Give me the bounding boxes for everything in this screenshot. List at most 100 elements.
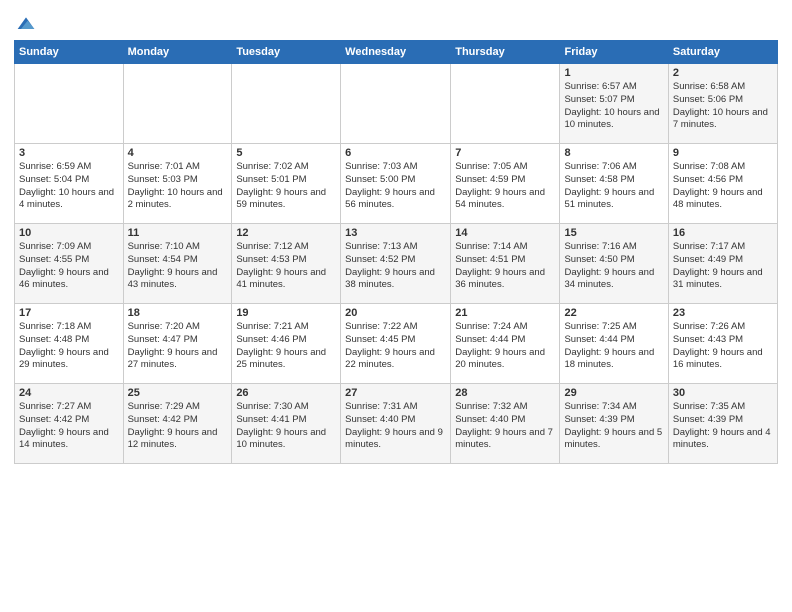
calendar-cell: 28 Sunrise: 7:32 AMSunset: 4:40 PMDayligh… [451,384,560,464]
day-info: Sunrise: 7:02 AMSunset: 5:01 PMDaylight:… [236,161,336,212]
day-info: Sunrise: 7:29 AMSunset: 4:42 PMDaylight:… [128,401,228,452]
calendar-cell: 16 Sunrise: 7:17 AMSunset: 4:49 PMDayligh… [668,224,777,304]
calendar-week-row: 10Sunrise: 7:09 AMSunset: 4:55 PMDayligh… [15,224,778,304]
day-number: 8 [564,147,663,159]
calendar-cell [341,64,451,144]
day-info: Sunrise: 7:14 AMSunset: 4:51 PMDaylight:… [455,241,555,292]
weekday-header-sunday: Sunday [15,41,124,64]
day-info: Sunrise: 7:16 AMSunset: 4:50 PMDaylight:… [564,241,663,292]
weekday-header-monday: Monday [123,41,232,64]
calendar-cell: 27 Sunrise: 7:31 AMSunset: 4:40 PMDayligh… [341,384,451,464]
calendar-cell: 24 Sunrise: 7:27 AMSunset: 4:42 PMDayligh… [15,384,124,464]
calendar-cell: 11Sunrise: 7:10 AMSunset: 4:54 PMDayligh… [123,224,232,304]
day-info: Sunrise: 7:32 AMSunset: 4:40 PMDaylight:… [455,401,555,452]
calendar-cell: 12 Sunrise: 7:12 AMSunset: 4:53 PMDayligh… [232,224,341,304]
day-number: 26 [236,387,336,399]
day-number: 1 [564,67,663,79]
calendar-cell: 18Sunrise: 7:20 AMSunset: 4:47 PMDayligh… [123,304,232,384]
page-container: SundayMondayTuesdayWednesdayThursdayFrid… [0,0,792,612]
day-number: 10 [19,227,119,239]
day-number: 12 [236,227,336,239]
calendar-cell: 2 Sunrise: 6:58 AMSunset: 5:06 PMDaylight… [668,64,777,144]
calendar-cell: 23 Sunrise: 7:26 AMSunset: 4:43 PMDayligh… [668,304,777,384]
calendar-cell: 6Sunrise: 7:03 AMSunset: 5:00 PMDaylight… [341,144,451,224]
calendar-cell: 14 Sunrise: 7:14 AMSunset: 4:51 PMDayligh… [451,224,560,304]
weekday-header-tuesday: Tuesday [232,41,341,64]
day-info: Sunrise: 7:26 AMSunset: 4:43 PMDaylight:… [673,321,773,372]
weekday-header-saturday: Saturday [668,41,777,64]
day-info: Sunrise: 7:17 AMSunset: 4:49 PMDaylight:… [673,241,773,292]
calendar-cell: 29 Sunrise: 7:34 AMSunset: 4:39 PMDayligh… [560,384,668,464]
calendar-cell: 5 Sunrise: 7:02 AMSunset: 5:01 PMDaylight… [232,144,341,224]
day-info: Sunrise: 7:18 AMSunset: 4:48 PMDaylight:… [19,321,119,372]
day-info: Sunrise: 7:31 AMSunset: 4:40 PMDaylight:… [345,401,446,452]
logo-icon [16,14,36,34]
day-number: 4 [128,147,228,159]
calendar-table: SundayMondayTuesdayWednesdayThursdayFrid… [14,40,778,464]
calendar-cell: 13 Sunrise: 7:13 AMSunset: 4:52 PMDayligh… [341,224,451,304]
day-info: Sunrise: 7:30 AMSunset: 4:41 PMDaylight:… [236,401,336,452]
weekday-header-wednesday: Wednesday [341,41,451,64]
day-info: Sunrise: 7:10 AMSunset: 4:54 PMDaylight:… [128,241,228,292]
calendar-week-row: 17 Sunrise: 7:18 AMSunset: 4:48 PMDayligh… [15,304,778,384]
day-info: Sunrise: 7:22 AMSunset: 4:45 PMDaylight:… [345,321,446,372]
day-info: Sunrise: 7:08 AMSunset: 4:56 PMDaylight:… [673,161,773,212]
calendar-cell: 25 Sunrise: 7:29 AMSunset: 4:42 PMDayligh… [123,384,232,464]
day-info: Sunrise: 7:05 AMSunset: 4:59 PMDaylight:… [455,161,555,212]
calendar-cell: 7 Sunrise: 7:05 AMSunset: 4:59 PMDaylight… [451,144,560,224]
day-number: 14 [455,227,555,239]
calendar-week-row: 3Sunrise: 6:59 AMSunset: 5:04 PMDaylight… [15,144,778,224]
calendar-cell: 17 Sunrise: 7:18 AMSunset: 4:48 PMDayligh… [15,304,124,384]
day-number: 5 [236,147,336,159]
day-info: Sunrise: 7:20 AMSunset: 4:47 PMDaylight:… [128,321,228,372]
day-info: Sunrise: 7:35 AMSunset: 4:39 PMDaylight:… [673,401,773,452]
calendar-cell: 26 Sunrise: 7:30 AMSunset: 4:41 PMDayligh… [232,384,341,464]
day-number: 24 [19,387,119,399]
day-info: Sunrise: 7:13 AMSunset: 4:52 PMDaylight:… [345,241,446,292]
calendar-header-row: SundayMondayTuesdayWednesdayThursdayFrid… [15,41,778,64]
day-info: Sunrise: 7:01 AMSunset: 5:03 PMDaylight:… [128,161,228,212]
day-number: 27 [345,387,446,399]
calendar-cell: 8 Sunrise: 7:06 AMSunset: 4:58 PMDaylight… [560,144,668,224]
page-header [14,10,778,34]
calendar-cell [451,64,560,144]
day-number: 28 [455,387,555,399]
calendar-cell: 4 Sunrise: 7:01 AMSunset: 5:03 PMDaylight… [123,144,232,224]
day-number: 15 [564,227,663,239]
calendar-cell: 3Sunrise: 6:59 AMSunset: 5:04 PMDaylight… [15,144,124,224]
day-number: 23 [673,307,773,319]
day-number: 21 [455,307,555,319]
day-info: Sunrise: 7:06 AMSunset: 4:58 PMDaylight:… [564,161,663,212]
day-info: Sunrise: 6:58 AMSunset: 5:06 PMDaylight:… [673,81,773,132]
calendar-cell: 30Sunrise: 7:35 AMSunset: 4:39 PMDayligh… [668,384,777,464]
calendar-cell [15,64,124,144]
calendar-week-row: 1 Sunrise: 6:57 AMSunset: 5:07 PMDaylight… [15,64,778,144]
day-number: 9 [673,147,773,159]
day-number: 29 [564,387,663,399]
logo [14,14,36,34]
day-number: 7 [455,147,555,159]
day-number: 2 [673,67,773,79]
calendar-cell: 21 Sunrise: 7:24 AMSunset: 4:44 PMDayligh… [451,304,560,384]
day-number: 17 [19,307,119,319]
day-info: Sunrise: 7:24 AMSunset: 4:44 PMDaylight:… [455,321,555,372]
weekday-header-thursday: Thursday [451,41,560,64]
day-info: Sunrise: 7:21 AMSunset: 4:46 PMDaylight:… [236,321,336,372]
day-info: Sunrise: 7:27 AMSunset: 4:42 PMDaylight:… [19,401,119,452]
day-number: 19 [236,307,336,319]
calendar-cell [232,64,341,144]
day-number: 22 [564,307,663,319]
day-number: 13 [345,227,446,239]
day-number: 25 [128,387,228,399]
calendar-cell: 10Sunrise: 7:09 AMSunset: 4:55 PMDayligh… [15,224,124,304]
day-number: 20 [345,307,446,319]
day-number: 6 [345,147,446,159]
day-number: 16 [673,227,773,239]
calendar-cell: 15 Sunrise: 7:16 AMSunset: 4:50 PMDayligh… [560,224,668,304]
day-info: Sunrise: 6:57 AMSunset: 5:07 PMDaylight:… [564,81,663,132]
calendar-cell: 20 Sunrise: 7:22 AMSunset: 4:45 PMDayligh… [341,304,451,384]
calendar-cell: 1 Sunrise: 6:57 AMSunset: 5:07 PMDaylight… [560,64,668,144]
day-info: Sunrise: 7:12 AMSunset: 4:53 PMDaylight:… [236,241,336,292]
calendar-cell [123,64,232,144]
day-info: Sunrise: 7:34 AMSunset: 4:39 PMDaylight:… [564,401,663,452]
